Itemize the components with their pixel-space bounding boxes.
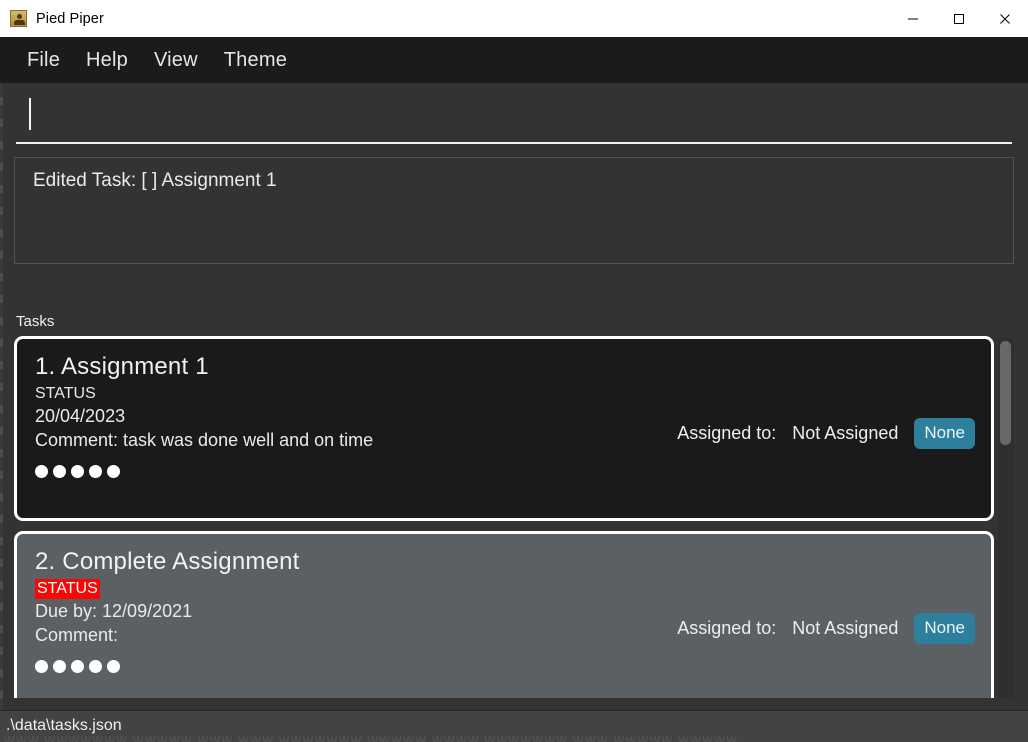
task-row[interactable]: 1. Assignment 1 STATUS 20/04/2023 Commen…: [14, 336, 994, 521]
priority-dot: [107, 659, 120, 673]
task-priority-dots: [35, 659, 973, 673]
message-text: Edited Task: [ ] Assignment 1: [33, 170, 277, 191]
window-controls: [890, 0, 1028, 37]
menu-bar: File Help View Theme: [0, 37, 1028, 83]
assigned-to-value: Not Assigned: [792, 618, 899, 638]
task-entry-field[interactable]: [16, 88, 1012, 144]
assigned-to-value: Not Assigned: [792, 423, 899, 443]
window-title: Pied Piper: [36, 10, 104, 27]
priority-dot: [53, 659, 66, 673]
task-list[interactable]: 1. Assignment 1 STATUS 20/04/2023 Commen…: [14, 336, 1014, 698]
task-status: STATUS: [35, 579, 100, 599]
task-title: 1. Assignment 1: [35, 353, 209, 380]
priority-dot: [71, 659, 84, 673]
task-list-scrollbar-thumb[interactable]: [1000, 341, 1011, 445]
status-bar-file-path: .\data\tasks.json: [6, 717, 122, 734]
message-panel: Edited Task: [ ] Assignment 1: [14, 157, 1014, 264]
task-assignment: Assigned to: Not Assigned None: [677, 418, 975, 449]
priority-dot: [89, 464, 102, 478]
task-priority-dots: [35, 464, 973, 478]
assigned-to-label: Assigned to:: [677, 423, 777, 443]
left-edge-rail: [0, 83, 3, 714]
priority-dot: [71, 464, 84, 478]
title-bar: Pied Piper: [0, 0, 1028, 37]
menu-item-theme[interactable]: Theme: [211, 47, 300, 74]
assign-button[interactable]: None: [914, 613, 975, 644]
menu-item-view[interactable]: View: [141, 47, 211, 74]
priority-dot: [35, 659, 48, 673]
title-bar-left: Pied Piper: [0, 10, 890, 27]
status-bar-clipped-text: WWW WWWWWWW WWWWW WWW WWW WWWWWWW WWWWW …: [4, 735, 739, 742]
assigned-to-label: Assigned to:: [677, 618, 777, 638]
priority-dot: [35, 464, 48, 478]
text-caret: [29, 98, 31, 130]
close-icon[interactable]: [982, 0, 1028, 37]
priority-dot: [107, 464, 120, 478]
maximize-icon[interactable]: [936, 0, 982, 37]
task-status: STATUS: [35, 385, 96, 402]
task-assignment: Assigned to: Not Assigned None: [677, 613, 975, 644]
minimize-icon[interactable]: [890, 0, 936, 37]
task-title: 2. Complete Assignment: [35, 548, 300, 575]
menu-item-file[interactable]: File: [14, 47, 73, 74]
priority-dot: [89, 659, 102, 673]
task-row[interactable]: 2. Complete Assignment STATUS Due by: 12…: [14, 531, 994, 698]
menu-item-help[interactable]: Help: [73, 47, 141, 74]
assign-button[interactable]: None: [914, 418, 975, 449]
status-bar: .\data\tasks.json WWW WWWWWWW WWWWW WWW …: [0, 710, 1028, 742]
tasks-section-label: Tasks: [16, 313, 55, 330]
priority-dot: [53, 464, 66, 478]
app-person-icon: [10, 10, 27, 27]
